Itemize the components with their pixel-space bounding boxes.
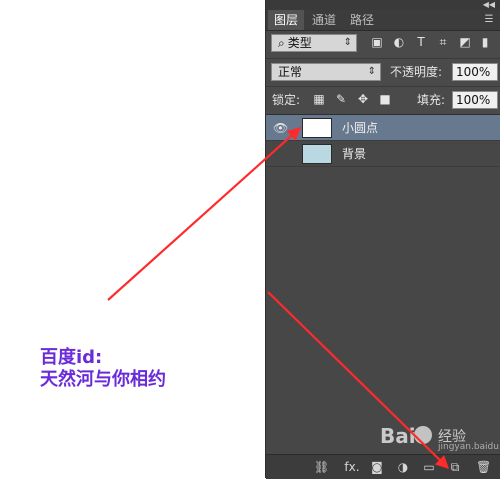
adjustment-layer-icon[interactable]: ◑ — [396, 460, 410, 474]
layer-thumbnail — [302, 144, 332, 164]
lock-paint-brush-icon[interactable]: ✎ — [334, 92, 348, 106]
opacity-label: 不透明度: — [390, 65, 443, 79]
blend-mode-select[interactable]: 正常 ⇕ — [271, 63, 381, 81]
blend-mode-value: 正常 — [278, 65, 303, 79]
lock-all-icon[interactable]: ■ — [378, 92, 392, 106]
layer-row[interactable]: 👁 小圆点 — [266, 115, 500, 141]
layer-name: 背景 — [342, 147, 367, 161]
fill-input[interactable]: 100% — [452, 91, 498, 109]
lock-row: 锁定: ▦ ✎ ✥ ■ 填充: 100% — [266, 86, 500, 112]
collapse-arrows-icon[interactable]: ◀◀ — [483, 0, 495, 10]
link-layers-icon[interactable]: ⛓ — [314, 460, 329, 474]
fill-label: 填充: — [417, 93, 446, 107]
image-filter-icon[interactable]: ▣ — [370, 35, 384, 49]
lock-label: 锁定: — [272, 93, 301, 107]
lock-move-icon[interactable]: ✥ — [356, 92, 370, 106]
layers-list: 👁 小圆点 背景 — [266, 114, 500, 455]
new-layer-icon[interactable]: ⧉ — [448, 460, 462, 474]
layer-thumbnail — [302, 118, 332, 138]
annotation-line-2: 天然河与你相约 — [40, 369, 166, 390]
tab-layers[interactable]: 图层 — [268, 10, 304, 30]
watermark-url: jingyan.baidu.com — [438, 442, 500, 452]
filter-toggle-icon[interactable]: ▮ — [480, 35, 490, 49]
layers-panel: ◀◀ 图层 通道 路径 ☰ ⌕ 类型 ⇕ ▣ ◐ T ⌗ ◩ ▮ 正常 ⇕ 不透明… — [265, 0, 500, 479]
baidu-watermark: Bai 经验 jingyan.baidu.com — [380, 416, 500, 452]
panel-top-bar: ◀◀ — [266, 0, 500, 10]
layer-name: 小圆点 — [342, 121, 379, 135]
eye-visibility-icon[interactable]: 👁 — [273, 121, 288, 135]
layer-row[interactable]: 背景 — [266, 141, 500, 167]
opacity-input[interactable]: 100% — [452, 63, 498, 81]
watermark-brand-left: Bai — [380, 424, 416, 448]
paw-logo-icon — [414, 426, 432, 444]
trash-icon[interactable]: 🗑 — [476, 460, 491, 474]
updown-caret-icon: ⇕ — [367, 66, 376, 77]
annotation-line-1: 百度id: — [40, 347, 103, 368]
smart-object-filter-icon[interactable]: ◩ — [458, 35, 472, 49]
filter-row: ⌕ 类型 ⇕ ▣ ◐ T ⌗ ◩ ▮ — [266, 30, 500, 56]
filter-type-value: 类型 — [287, 36, 312, 50]
document-canvas[interactable] — [0, 0, 265, 478]
layers-bottom-bar: ⛓ fx. ◙ ◑ ▭ ⧉ 🗑 — [266, 454, 500, 479]
type-filter-icon[interactable]: T — [414, 35, 428, 49]
layer-mask-icon[interactable]: ◙ — [370, 460, 384, 474]
tab-paths[interactable]: 路径 — [344, 10, 380, 30]
eye-visibility-icon[interactable] — [273, 147, 287, 161]
shape-filter-icon[interactable]: ⌗ — [436, 35, 450, 49]
filter-type-select[interactable]: ⌕ 类型 ⇕ — [271, 34, 357, 52]
tab-channels[interactable]: 通道 — [306, 10, 342, 30]
search-icon: ⌕ — [278, 36, 285, 50]
panel-menu-icon[interactable]: ☰ — [483, 14, 495, 26]
adjustment-filter-icon[interactable]: ◐ — [392, 35, 406, 49]
annotation-text: 百度id: 天然河与你相约 — [40, 347, 250, 391]
new-group-icon[interactable]: ▭ — [422, 460, 436, 474]
blend-row: 正常 ⇕ 不透明度: 100% — [266, 58, 500, 86]
updown-caret-icon: ⇕ — [343, 37, 352, 48]
lock-transparency-icon[interactable]: ▦ — [312, 92, 326, 106]
layer-style-icon[interactable]: fx. — [342, 460, 362, 474]
panel-tabs: 图层 通道 路径 ☰ — [266, 10, 500, 31]
